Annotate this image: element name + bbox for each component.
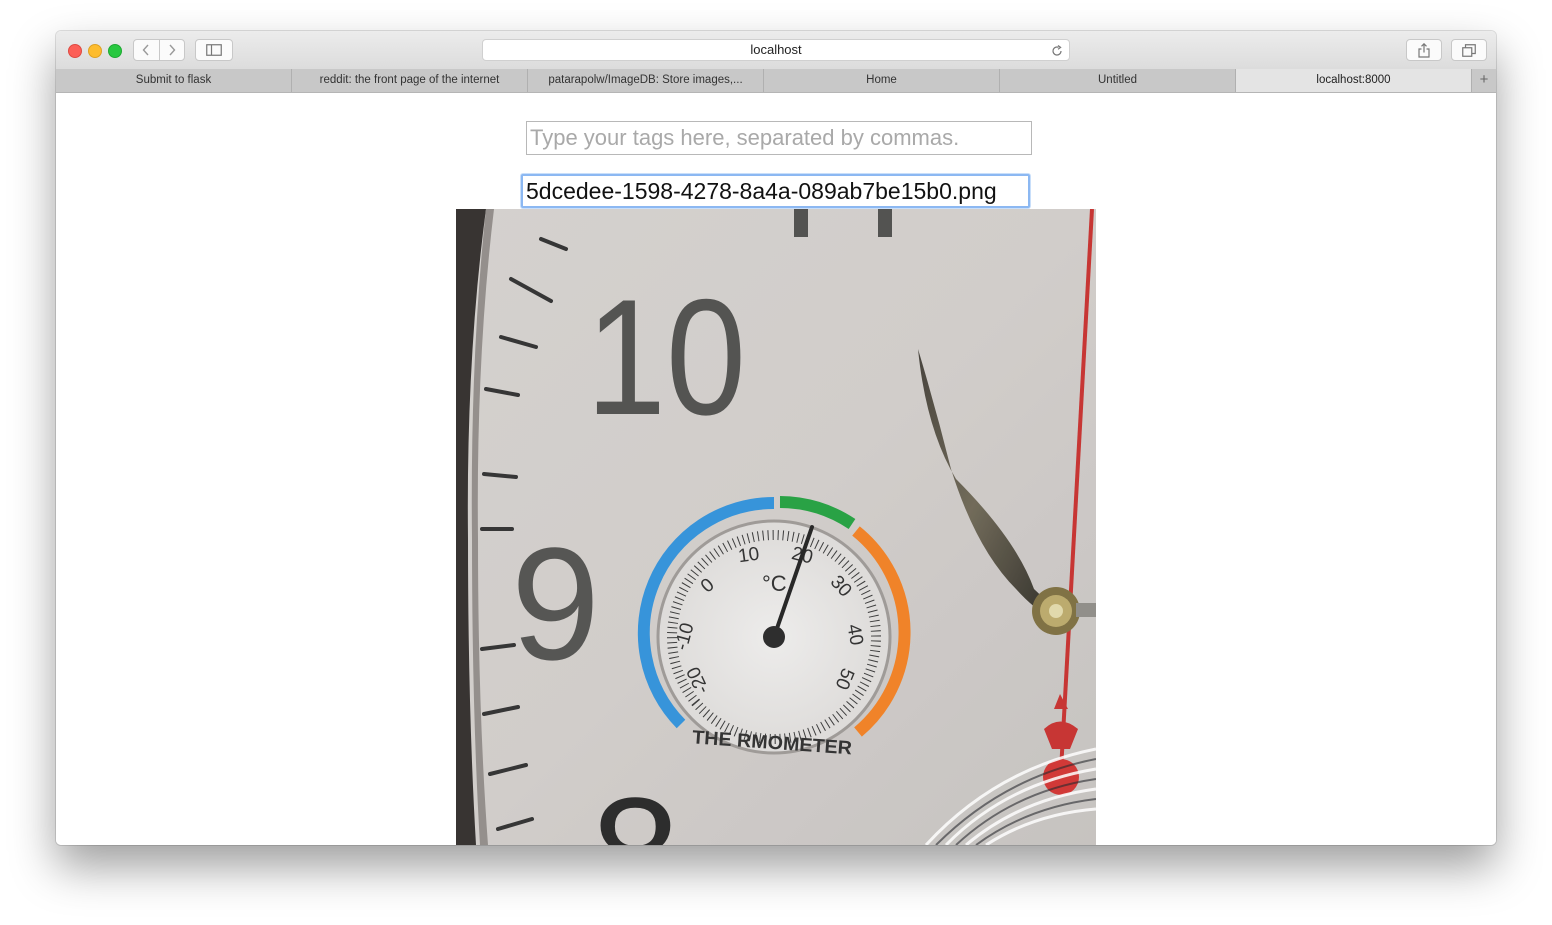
filename-value: 5dcedee-1598-4278-8a4a-089ab7be15b0.png bbox=[526, 178, 997, 204]
page-content: 5dcedee-1598-4278-8a4a-089ab7be15b0.png bbox=[56, 93, 1496, 845]
nav-buttons bbox=[133, 39, 185, 61]
browser-window: localhost Submit to flask reddit: the fr… bbox=[56, 31, 1496, 845]
tab-bar: Submit to flask reddit: the front page o… bbox=[56, 69, 1496, 93]
tab-localhost-8000[interactable]: localhost:8000 bbox=[1236, 69, 1472, 92]
plus-icon: + bbox=[1479, 71, 1489, 88]
reload-icon[interactable] bbox=[1051, 40, 1063, 60]
share-button[interactable] bbox=[1406, 39, 1442, 61]
chevron-right-icon bbox=[169, 44, 176, 56]
close-window-button[interactable] bbox=[68, 44, 82, 58]
tab-overview-icon bbox=[1462, 43, 1476, 57]
address-bar[interactable]: localhost bbox=[482, 39, 1070, 61]
tab-home[interactable]: Home bbox=[764, 69, 1000, 92]
back-button[interactable] bbox=[134, 40, 159, 60]
zoom-window-button[interactable] bbox=[108, 44, 122, 58]
address-text: localhost bbox=[750, 42, 802, 57]
minimize-window-button[interactable] bbox=[88, 44, 102, 58]
sidebar-icon bbox=[206, 44, 222, 56]
tab-submit-to-flask[interactable]: Submit to flask bbox=[56, 69, 292, 92]
new-tab-button[interactable]: + bbox=[1472, 69, 1496, 92]
share-icon bbox=[1418, 42, 1430, 58]
filename-field[interactable]: 5dcedee-1598-4278-8a4a-089ab7be15b0.png bbox=[521, 174, 1030, 208]
tab-imagedb[interactable]: patarapolw/ImageDB: Store images,... bbox=[528, 69, 764, 92]
title-bar: localhost bbox=[56, 31, 1496, 69]
forward-button[interactable] bbox=[160, 40, 185, 60]
tab-overview-button[interactable] bbox=[1451, 39, 1487, 61]
uploaded-image: 10 9 8 10 20 0 30 -10 bbox=[456, 209, 1096, 845]
sidebar-button[interactable] bbox=[195, 39, 233, 61]
tab-reddit[interactable]: reddit: the front page of the internet bbox=[292, 69, 528, 92]
tags-input[interactable] bbox=[526, 121, 1032, 155]
chevron-left-icon bbox=[142, 44, 149, 56]
tab-untitled[interactable]: Untitled bbox=[1000, 69, 1236, 92]
